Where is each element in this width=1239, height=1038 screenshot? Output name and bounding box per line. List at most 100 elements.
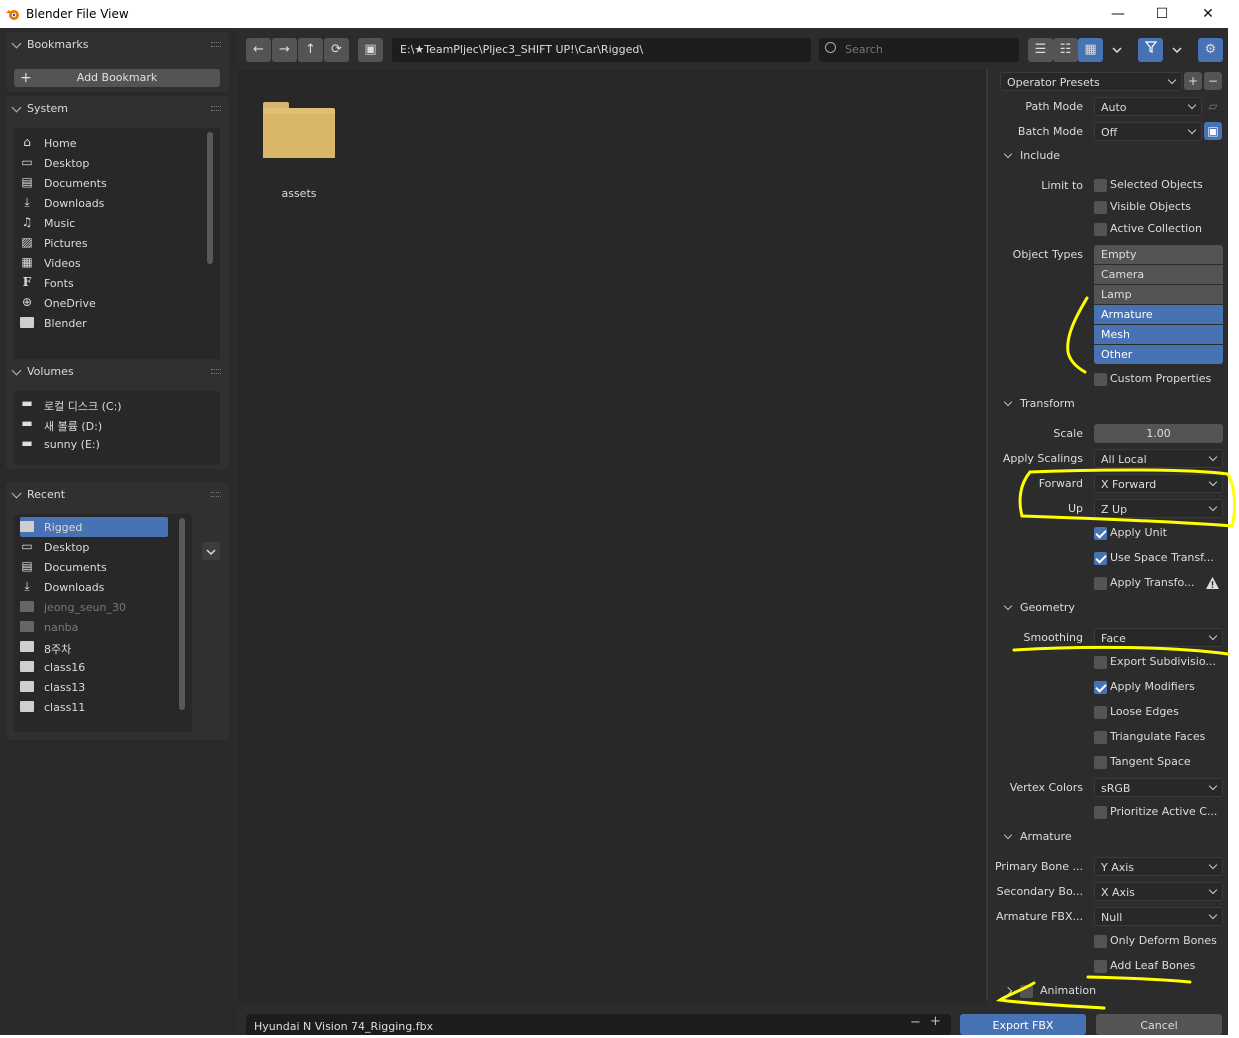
filter-dropdown[interactable] bbox=[1164, 38, 1189, 62]
sidebar-item-fonts[interactable]: F Fonts bbox=[20, 273, 200, 293]
settings-button[interactable]: ⚙ bbox=[1198, 38, 1223, 62]
batch-own-dir-toggle[interactable]: ▣ bbox=[1204, 122, 1222, 140]
smoothing-dropdown[interactable]: Face bbox=[1094, 628, 1223, 647]
sidebar-item-videos[interactable]: ▦ Videos bbox=[20, 253, 200, 273]
sidebar-item-onedrive[interactable]: ⊕ OneDrive bbox=[20, 293, 200, 313]
chevron-down-icon bbox=[1187, 125, 1197, 135]
bookmarks-header[interactable]: Bookmarks bbox=[6, 32, 229, 58]
checkbox-label: Custom Properties bbox=[1110, 372, 1212, 385]
filename-input[interactable]: Hyundai N Vision 74_Rigging.fbx bbox=[246, 1014, 951, 1035]
armature-fbx-node-type-dropdown[interactable]: Null bbox=[1094, 907, 1223, 926]
decrement-filename-button[interactable]: − bbox=[910, 1015, 921, 1030]
recent-header[interactable]: Recent bbox=[6, 482, 229, 508]
object-type-lamp[interactable]: Lamp bbox=[1094, 285, 1223, 304]
vertex-colors-dropdown[interactable]: sRGB bbox=[1094, 778, 1223, 797]
recent-scrollbar[interactable] bbox=[179, 518, 185, 710]
drag-grip-icon[interactable] bbox=[211, 106, 221, 111]
sidebar-item-downloads[interactable]: ⤓ Downloads bbox=[20, 193, 200, 213]
chevron-down-icon bbox=[1167, 75, 1177, 85]
folder-front bbox=[263, 114, 335, 158]
display-size-dropdown[interactable] bbox=[1104, 38, 1129, 62]
recent-item-8week[interactable]: 8주차 bbox=[20, 637, 200, 657]
path-mode-dropdown[interactable]: Auto bbox=[1094, 97, 1202, 116]
object-type-armature[interactable]: Armature bbox=[1094, 305, 1223, 324]
volume-item-d[interactable]: ▬ 새 볼륨 (D:) bbox=[20, 414, 200, 434]
sidebar-item-blender[interactable]: Blender bbox=[20, 313, 200, 333]
object-type-empty[interactable]: Empty bbox=[1094, 245, 1223, 264]
operator-presets-dropdown[interactable]: Operator Presets bbox=[1000, 72, 1182, 91]
chevron-down-icon bbox=[1171, 47, 1182, 54]
back-button[interactable]: ← bbox=[246, 38, 271, 62]
minus-icon: − bbox=[1207, 74, 1219, 88]
armature-section-header[interactable]: Armature bbox=[1000, 828, 1222, 848]
transform-section-header[interactable]: Transform bbox=[1000, 395, 1222, 415]
file-browser-area[interactable] bbox=[237, 70, 987, 1005]
disk-icon: ▬ bbox=[21, 416, 33, 430]
recent-item-desktop[interactable]: ▭ Desktop bbox=[20, 537, 200, 557]
volume-item-c[interactable]: ▬ 로컬 디스크 (C:) bbox=[20, 394, 200, 414]
sidebar-item-music[interactable]: ♫ Music bbox=[20, 213, 200, 233]
sidebar-item-pictures[interactable]: ▨ Pictures bbox=[20, 233, 200, 253]
bookmarks-panel: Bookmarks + Add Bookmark bbox=[6, 32, 229, 92]
folder-thumbnail[interactable] bbox=[263, 102, 335, 158]
recent-item-downloads[interactable]: ⤓ Downloads bbox=[20, 577, 200, 597]
maximize-button[interactable]: ☐ bbox=[1151, 4, 1173, 24]
recent-options-button[interactable] bbox=[202, 542, 220, 560]
sidebar-item-documents[interactable]: ▤ Documents bbox=[20, 173, 200, 193]
increment-filename-button[interactable]: + bbox=[930, 1014, 941, 1029]
remove-preset-button[interactable]: − bbox=[1204, 72, 1222, 90]
drag-grip-icon[interactable] bbox=[211, 492, 221, 497]
apply-scalings-dropdown[interactable]: All Local bbox=[1094, 449, 1223, 468]
sidebar-item-desktop[interactable]: ▭ Desktop bbox=[20, 153, 200, 173]
recent-item-nanba[interactable]: nanba bbox=[20, 617, 200, 637]
sidebar-item-home[interactable]: ⌂ Home bbox=[20, 133, 200, 153]
forward-axis-dropdown[interactable]: X Forward bbox=[1094, 474, 1223, 493]
volumes-header[interactable]: Volumes bbox=[6, 359, 229, 385]
file-view-scrollbar[interactable] bbox=[986, 70, 988, 1000]
batch-mode-dropdown[interactable]: Off bbox=[1094, 122, 1202, 141]
geometry-section-header[interactable]: Geometry bbox=[1000, 599, 1222, 619]
system-header[interactable]: System bbox=[6, 96, 229, 122]
view-thumbnails-button[interactable]: ▦ bbox=[1078, 38, 1103, 62]
recent-item-class11[interactable]: class11 bbox=[20, 697, 200, 717]
parent-directory-button[interactable]: ↑ bbox=[298, 38, 323, 62]
secondary-bone-axis-dropdown[interactable]: X Axis bbox=[1094, 882, 1223, 901]
minimize-button[interactable]: — bbox=[1107, 4, 1129, 24]
checkbox-label: Apply Unit bbox=[1110, 526, 1167, 539]
recent-item-class16[interactable]: class16 bbox=[20, 657, 200, 677]
system-scrollbar[interactable] bbox=[207, 132, 213, 264]
drag-grip-icon[interactable] bbox=[211, 42, 221, 47]
directory-path-input[interactable]: E:\★TeamPljec\Pljec3_SHIFT UP!\Car\Rigge… bbox=[392, 38, 811, 62]
recent-item-documents[interactable]: ▤ Documents bbox=[20, 557, 200, 577]
cancel-button[interactable]: Cancel bbox=[1096, 1014, 1222, 1035]
up-axis-dropdown[interactable]: Z Up bbox=[1094, 499, 1223, 518]
primary-bone-axis-dropdown[interactable]: Y Axis bbox=[1094, 857, 1223, 876]
close-button[interactable]: ✕ bbox=[1197, 4, 1219, 24]
checkbox-box bbox=[1094, 552, 1107, 565]
add-bookmark-button[interactable]: + Add Bookmark bbox=[14, 69, 220, 87]
object-type-other[interactable]: Other bbox=[1094, 345, 1223, 364]
refresh-button[interactable]: ⟳ bbox=[324, 38, 349, 62]
search-input[interactable]: Search bbox=[819, 38, 1019, 62]
include-section-header[interactable]: Include bbox=[1000, 147, 1222, 167]
export-fbx-button[interactable]: Export FBX bbox=[960, 1014, 1086, 1035]
object-type-camera[interactable]: Camera bbox=[1094, 265, 1223, 284]
add-preset-button[interactable]: + bbox=[1184, 72, 1202, 90]
forward-button[interactable]: → bbox=[272, 38, 297, 62]
object-type-mesh[interactable]: Mesh bbox=[1094, 325, 1223, 344]
embed-textures-toggle[interactable]: ▱ bbox=[1204, 97, 1222, 115]
scale-slider[interactable]: 1.00 bbox=[1094, 424, 1223, 443]
view-list-horizontal-button[interactable]: ☷ bbox=[1053, 38, 1078, 62]
drag-grip-icon[interactable] bbox=[211, 369, 221, 374]
chevron-down-icon bbox=[1187, 100, 1197, 110]
new-directory-button[interactable]: ▣ bbox=[358, 38, 383, 62]
view-list-vertical-button[interactable]: ☰ bbox=[1028, 38, 1053, 62]
recent-item-rigged[interactable]: Rigged bbox=[20, 517, 168, 537]
recent-item-jeong[interactable]: jeong_seun_30 bbox=[20, 597, 200, 617]
geometry-title: Geometry bbox=[1020, 601, 1075, 614]
filter-button[interactable] bbox=[1138, 38, 1163, 62]
recent-item-class13[interactable]: class13 bbox=[20, 677, 200, 697]
animation-section-header[interactable]: Animation bbox=[1000, 982, 1222, 1002]
animation-checkbox[interactable] bbox=[1020, 985, 1033, 998]
volume-item-e[interactable]: ▬ sunny (E:) bbox=[20, 434, 200, 454]
